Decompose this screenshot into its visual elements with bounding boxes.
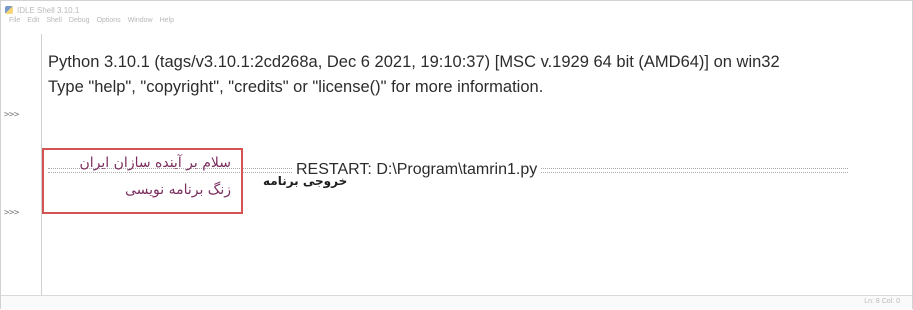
menu-bar: File Edit Shell Debug Options Window Hel… [9, 17, 174, 29]
status-bar: Ln: 8 Col: 0 [1, 295, 912, 310]
menu-debug[interactable]: Debug [69, 17, 90, 29]
window-title: IDLE Shell 3.10.1 [17, 5, 80, 15]
menu-window[interactable]: Window [128, 17, 153, 29]
output-line: زنگ برنامه نویسی [124, 182, 231, 198]
shell-prompt: >>> [4, 208, 19, 218]
prompt-gutter: >>> >>> [1, 34, 42, 296]
menu-help[interactable]: Help [160, 17, 174, 29]
program-output-highlight: سلام بر آینده سازان ایران زنگ برنامه نوی… [42, 148, 243, 214]
menu-shell[interactable]: Shell [46, 17, 62, 29]
python-logo-icon [5, 6, 13, 14]
title-bar: IDLE Shell 3.10.1 [5, 4, 79, 16]
output-annotation-label: خروجی برنامه [263, 174, 348, 188]
separator-rule-right [541, 167, 848, 173]
shell-prompt: >>> [4, 110, 19, 120]
idle-shell-window: IDLE Shell 3.10.1 File Edit Shell Debug … [0, 0, 913, 310]
menu-edit[interactable]: Edit [27, 17, 39, 29]
output-line: سلام بر آینده سازان ایران [79, 155, 231, 171]
menu-file[interactable]: File [9, 17, 20, 29]
help-info-banner: Type "help", "copyright", "credits" or "… [48, 78, 544, 96]
cursor-position: Ln: 8 Col: 0 [864, 298, 900, 305]
python-version-banner: Python 3.10.1 (tags/v3.10.1:2cd268a, Dec… [48, 53, 780, 71]
menu-options[interactable]: Options [97, 17, 121, 29]
